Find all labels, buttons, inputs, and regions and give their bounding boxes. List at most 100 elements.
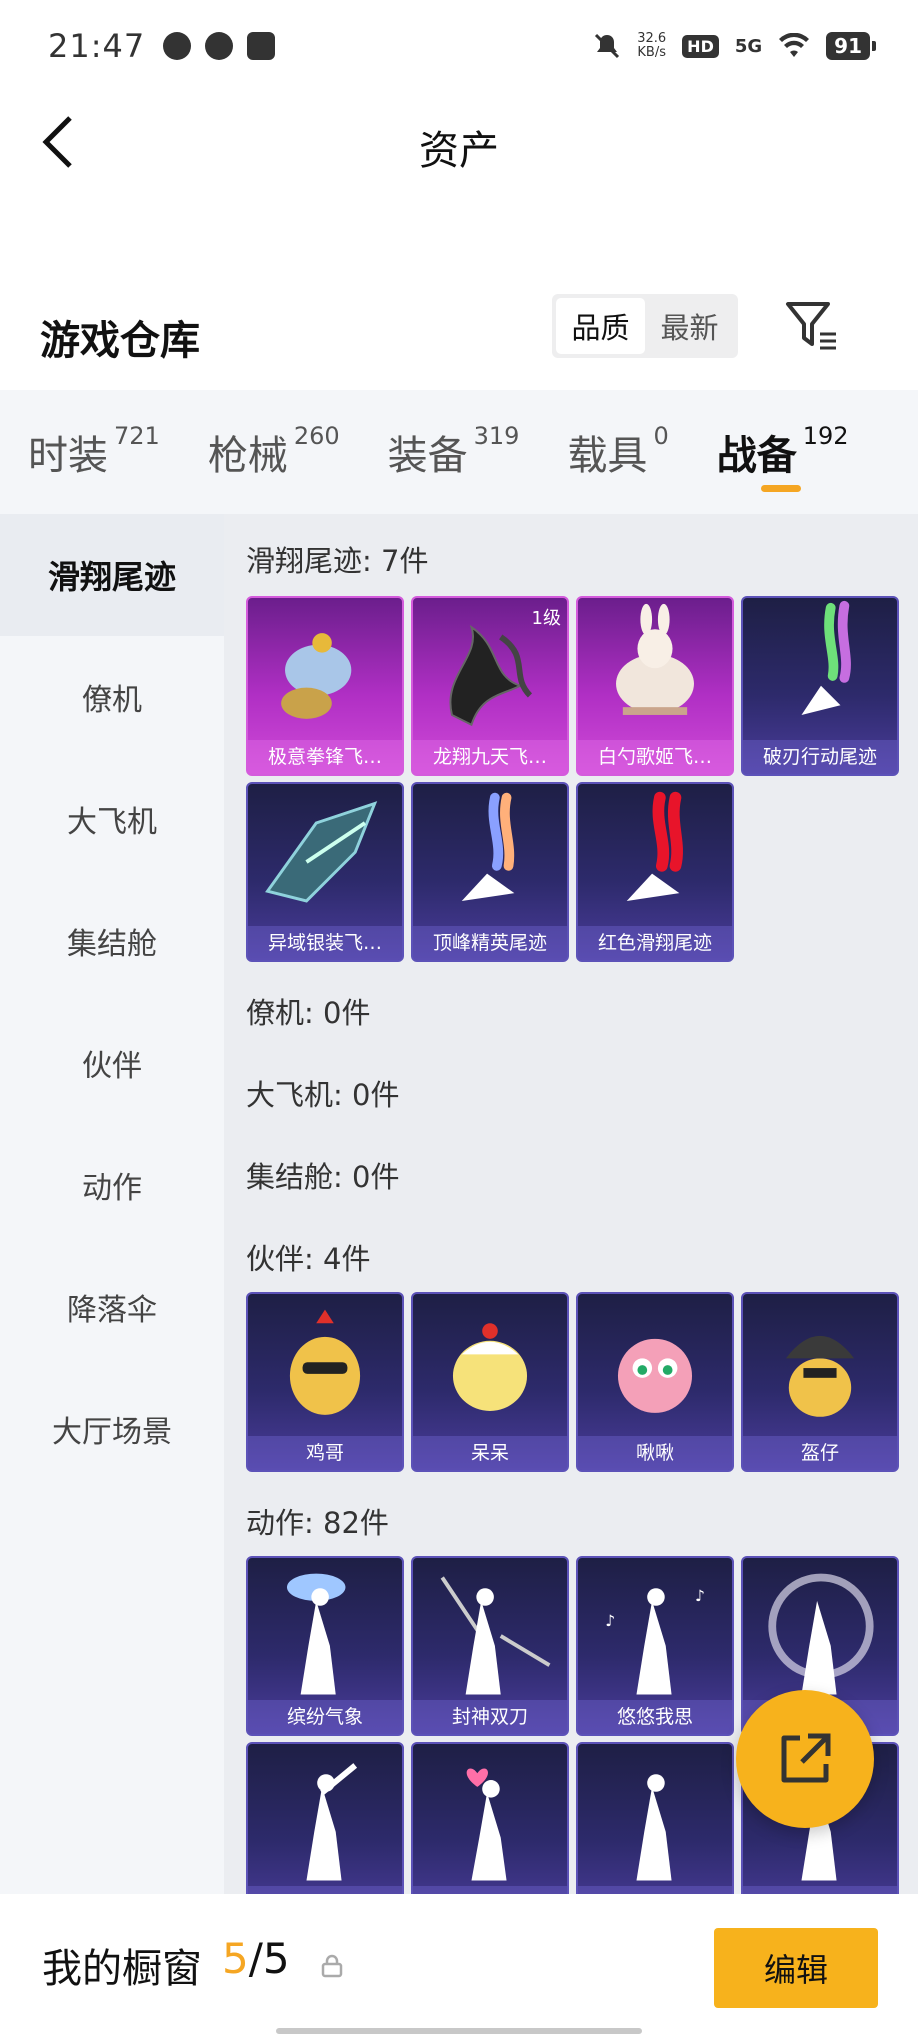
section-title-big-plane: 大飞机: 0件 [246,1078,400,1112]
section-title-wingman: 僚机: 0件 [246,996,371,1030]
wechat-icon [163,32,192,60]
item-card[interactable] [246,1742,404,1894]
item-name [413,1886,567,1894]
tab-equipment[interactable]: 装备 319 [388,390,520,514]
sort-toggle: 品质 最新 [552,294,738,358]
hd-badge: HD [682,34,719,58]
filter-icon [786,302,836,350]
status-time: 21:47 [48,27,146,65]
item-art [801,600,851,715]
filter-button[interactable] [782,298,842,354]
top-nav: 资产 [0,92,918,192]
item-art [466,1768,507,1881]
item-art [768,1573,874,1695]
item-art [265,801,378,903]
item-name: 盔仔 [743,1436,897,1470]
item-art [461,792,515,901]
item-art [616,603,694,715]
side-item-lobby-scene[interactable]: 大厅场景 [0,1368,224,1490]
page-title: 资产 [419,128,499,174]
warehouse-title: 游戏仓库 [40,318,200,364]
item-card[interactable] [576,1742,734,1894]
item-card[interactable]: 缤纷气象 [246,1556,404,1736]
side-item-emote[interactable]: 动作 [0,1124,224,1246]
side-menu: 滑翔尾迹 僚机 大飞机 集结舱 伙伴 动作 降落伞 大厅场景 [0,514,224,1894]
item-name: 破刃行动尾迹 [743,740,897,774]
warehouse-header: 游戏仓库 品质 最新 [0,288,918,388]
item-card[interactable] [411,1742,569,1894]
item-name [248,1886,402,1894]
item-art [289,1309,361,1415]
item-card[interactable]: ♪ ♪ 悠悠我思 [576,1556,734,1736]
item-name [743,1886,897,1894]
item-card[interactable]: 鸡哥 [246,1292,404,1472]
showcase-count: 5/5 [222,1934,290,1983]
side-item-wingman[interactable]: 僚机 [0,636,224,758]
tab-guns[interactable]: 枪械 260 [208,390,340,514]
category-tabs: 时装 721 枪械 260 装备 319 载具 0 战备 192 [0,390,918,514]
item-name: 异域银装飞… [248,926,402,960]
edit-button[interactable]: 编辑 [714,1928,878,2008]
item-card[interactable]: 异域银装飞… [246,782,404,962]
app-icon [205,32,234,60]
battery-indicator: 91 [826,32,876,60]
item-name: 缤纷气象 [248,1700,402,1734]
item-art [306,1763,358,1881]
svg-text:♪: ♪ [695,1587,705,1605]
item-name: 悠悠我思 [578,1700,732,1734]
item-card[interactable]: 红色滑翔尾迹 [576,782,734,962]
item-card[interactable]: 极意拳锋飞… [246,596,404,776]
message-icon [247,32,276,60]
item-name [578,1886,732,1894]
item-art [636,1774,672,1881]
section-title-rally-pod: 集结舱: 0件 [246,1160,400,1194]
wifi-icon [779,33,810,57]
showcase-label: 我的橱窗 [42,1946,202,1992]
item-art [626,791,683,901]
item-name: 极意拳锋飞… [248,740,402,774]
tab-readiness[interactable]: 战备 192 [717,390,849,514]
item-card[interactable]: 盔仔 [741,1292,899,1472]
item-art [452,1323,528,1411]
active-tab-underline [760,485,801,492]
section-title-partner: 伙伴: 4件 [246,1242,371,1276]
item-name: 鸡哥 [248,1436,402,1470]
item-name: 顶峰精英尾迹 [413,926,567,960]
lock-icon [321,1954,343,1978]
item-card[interactable]: 白勺歌姬飞… [576,596,734,776]
side-item-rally-pod[interactable]: 集结舱 [0,880,224,1002]
sort-option-newest[interactable]: 最新 [645,298,734,354]
item-card[interactable]: 破刃行动尾迹 [741,596,899,776]
item-name: 红色滑翔尾迹 [578,926,732,960]
share-button[interactable] [736,1690,874,1828]
item-card[interactable]: 封神双刀 [411,1556,569,1736]
item-name: 白勺歌姬飞… [578,740,732,774]
tab-vehicles[interactable]: 载具 0 [567,390,668,514]
side-item-glide-trail[interactable]: 滑翔尾迹 [0,514,224,636]
item-card[interactable]: 顶峰精英尾迹 [411,782,569,962]
sort-option-quality[interactable]: 品质 [556,298,645,354]
item-art [286,1573,346,1695]
item-content: 滑翔尾迹: 7件 极意拳锋飞… 1级 龙翔九天飞… 白勺歌姬飞… 破刃行动尾迹 … [224,514,918,1894]
item-name: 龙翔九天飞… [413,740,567,774]
item-name: 封神双刀 [413,1700,567,1734]
item-art [440,1576,551,1695]
item-art: ♪♪ [605,1587,705,1695]
item-name: 呆呆 [413,1436,567,1470]
section-title-glide-trail: 滑翔尾迹: 7件 [246,544,429,578]
section-title-emote: 动作: 82件 [246,1506,389,1540]
svg-text:♪: ♪ [605,1612,615,1630]
net-speed: 32.6 KB/s [637,31,667,60]
item-art [785,1335,855,1417]
side-item-parachute[interactable]: 降落伞 [0,1246,224,1368]
item-art [281,633,352,719]
home-indicator[interactable] [276,2028,642,2034]
tab-fashion[interactable]: 时装 721 [28,390,160,514]
side-item-big-plane[interactable]: 大飞机 [0,758,224,880]
side-item-partner[interactable]: 伙伴 [0,1002,224,1124]
item-card[interactable]: 1级 龙翔九天飞… [411,596,569,776]
network-5g: 5G [734,35,763,57]
item-card[interactable]: 啾啾 [576,1292,734,1472]
item-card[interactable]: 呆呆 [411,1292,569,1472]
item-name: 啾啾 [578,1436,732,1470]
